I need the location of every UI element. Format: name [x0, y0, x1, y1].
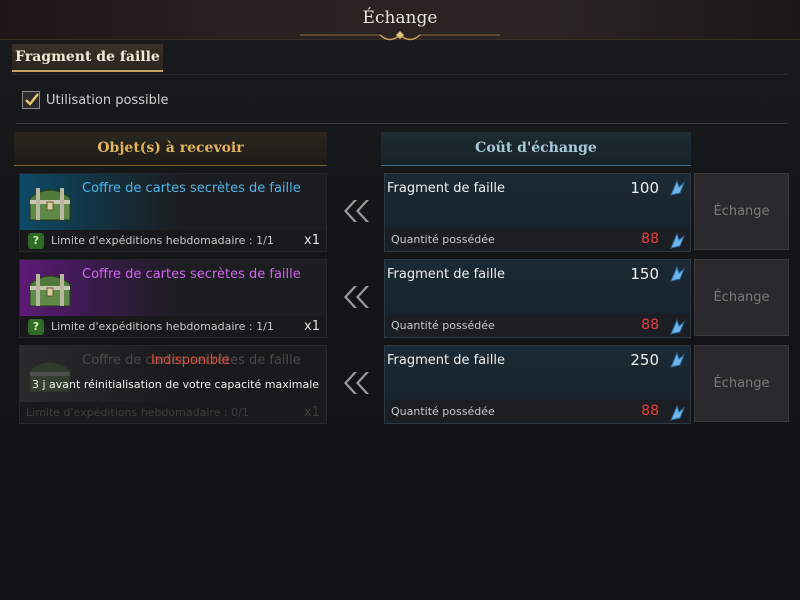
usable-checkbox-label: Utilisation possible	[46, 92, 169, 108]
reward-item-card[interactable]: Coffre de cartes secrètes de faille ? Li…	[19, 173, 327, 252]
usable-checkbox[interactable]	[22, 91, 40, 109]
unavailable-label: Indisponible	[151, 353, 230, 368]
exchange-button[interactable]: Échange	[694, 345, 789, 422]
exchange-row: Coffre de cartes secrètes de faille Indi…	[0, 345, 800, 427]
double-chevron-left-icon	[344, 200, 369, 222]
cost-card: Fragment de faille 250 Quantité possédée…	[384, 345, 691, 424]
window-title: Échange	[362, 8, 438, 28]
double-chevron-left-icon	[344, 286, 369, 308]
rift-fragment-icon	[670, 318, 686, 335]
owned-label: Quantité possédée	[391, 405, 495, 418]
reward-item-name: Coffre de cartes secrètes de faille	[82, 267, 301, 282]
exchange-button[interactable]: Échange	[694, 173, 789, 250]
weekly-limit: Limite d'expéditions hebdomadaire : 0/1	[26, 406, 249, 419]
receive-column-header: Objet(s) à recevoir	[14, 132, 327, 166]
cost-item-name: Fragment de faille	[387, 353, 505, 368]
cost-column-header: Coût d'échange	[381, 132, 691, 166]
filter-usable[interactable]: Utilisation possible	[22, 90, 168, 110]
cost-card: Fragment de faille 150 Quantité possédée…	[384, 259, 691, 338]
divider	[16, 123, 788, 124]
cost-amount: 100	[630, 179, 659, 197]
cost-amount: 150	[630, 265, 659, 283]
exchange-button[interactable]: Échange	[694, 259, 789, 336]
rift-fragment-icon	[670, 265, 686, 282]
rift-fragment-icon	[670, 179, 686, 196]
question-icon[interactable]: ?	[28, 233, 44, 249]
cost-item-name: Fragment de faille	[387, 267, 505, 282]
rift-fragment-icon	[670, 404, 686, 421]
treasure-chest-icon	[29, 274, 71, 307]
checkmark-icon	[25, 93, 39, 106]
weekly-limit: Limite d'expéditions hebdomadaire : 1/1	[51, 234, 274, 247]
reward-quantity: x1	[304, 233, 320, 248]
treasure-chest-icon	[29, 188, 71, 221]
owned-label: Quantité possédée	[391, 233, 495, 246]
tab-underline	[12, 74, 788, 75]
reward-item-card[interactable]: Coffre de cartes secrètes de faille Indi…	[19, 345, 327, 424]
owned-amount: 88	[641, 403, 659, 419]
title-ornament-icon	[300, 31, 500, 41]
cost-card: Fragment de faille 100 Quantité possédée…	[384, 173, 691, 252]
exchange-row: Coffre de cartes secrètes de faille ? Li…	[0, 173, 800, 255]
tab-fragment-de-faille[interactable]: Fragment de faille	[12, 44, 163, 72]
rift-fragment-icon	[670, 232, 686, 249]
reward-quantity: x1	[304, 405, 320, 420]
title-bar: Échange	[0, 0, 800, 41]
exchange-row: Coffre de cartes secrètes de faille ? Li…	[0, 259, 800, 341]
weekly-limit: Limite d'expéditions hebdomadaire : 1/1	[51, 320, 274, 333]
reset-note: 3 j avant réinitialisation de votre capa…	[32, 378, 320, 391]
cost-item-name: Fragment de faille	[387, 181, 505, 196]
question-icon[interactable]: ?	[28, 319, 44, 335]
owned-label: Quantité possédée	[391, 319, 495, 332]
reward-quantity: x1	[304, 319, 320, 334]
rift-fragment-icon	[670, 351, 686, 368]
owned-amount: 88	[641, 317, 659, 333]
exchange-window: Échange Fragment de faille Utilisation p…	[0, 0, 800, 600]
reward-item-name: Coffre de cartes secrètes de faille	[82, 181, 301, 196]
double-chevron-left-icon	[344, 372, 369, 394]
reward-item-card[interactable]: Coffre de cartes secrètes de faille ? Li…	[19, 259, 327, 338]
owned-amount: 88	[641, 231, 659, 247]
cost-amount: 250	[630, 351, 659, 369]
